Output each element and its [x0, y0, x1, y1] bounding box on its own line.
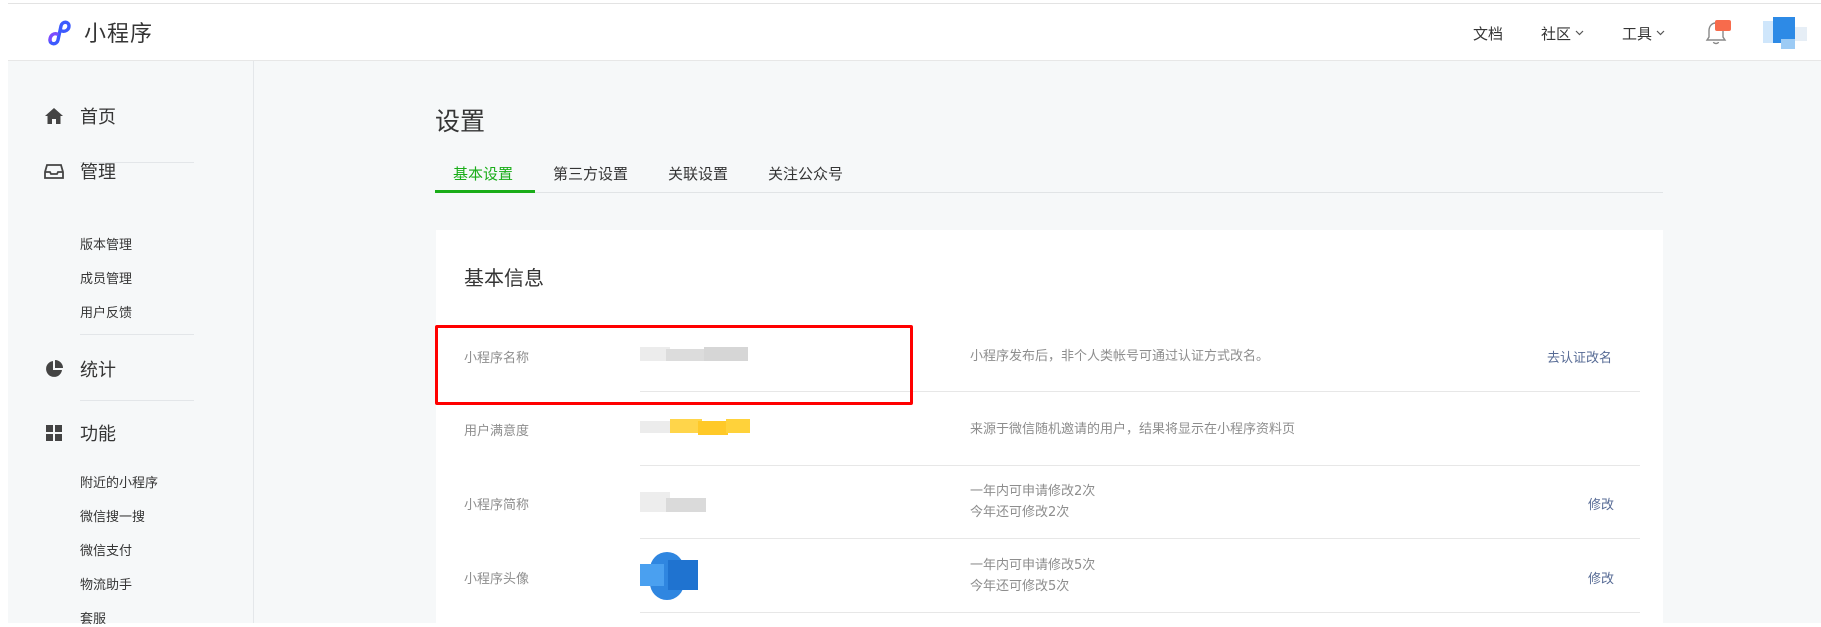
notification-badge: [1715, 20, 1731, 31]
sidebar: 首页 管理 版本管理 成员管理 用户反馈 统计 功能 附近的小程序 微信搜一搜 …: [8, 61, 254, 627]
row-label-satisfaction: 用户满意度: [464, 424, 530, 439]
home-icon: [45, 108, 63, 124]
sidebar-item-label: 统计: [80, 360, 116, 381]
active-tab-indicator: [435, 190, 535, 193]
sidebar-item-features[interactable]: 功能: [44, 420, 116, 446]
app-name: 小程序: [84, 22, 154, 47]
mini-program-logo-icon: [48, 20, 71, 46]
sidebar-item-pay[interactable]: 微信支付: [80, 540, 132, 559]
sidebar-item-manage[interactable]: 管理: [44, 158, 116, 184]
row-divider: [640, 391, 1640, 392]
nav-docs[interactable]: 文档: [1473, 23, 1503, 44]
row-label-short-name: 小程序简称: [464, 498, 530, 513]
sidebar-item-suite[interactable]: 套服: [80, 608, 106, 627]
basic-info-card: 基本信息 小程序名称 小程序发布后，非个人类帐号可通过认证方式改名。 去认证改名…: [436, 230, 1663, 623]
tab-basic[interactable]: 基本设置: [453, 163, 513, 184]
sidebar-item-search[interactable]: 微信搜一搜: [80, 506, 145, 525]
pie-chart-icon: [46, 360, 63, 377]
tab-follow-account[interactable]: 关注公众号: [768, 163, 843, 184]
sidebar-item-label: 管理: [80, 162, 116, 183]
row-label-name: 小程序名称: [464, 351, 530, 366]
edit-avatar-link[interactable]: 修改: [1588, 568, 1614, 587]
desc-line: 一年内可申请修改2次: [970, 484, 1096, 499]
card-title: 基本信息: [464, 266, 544, 290]
sidebar-divider: [80, 400, 194, 401]
nav-tools[interactable]: 工具: [1622, 23, 1665, 44]
short-name-value-redacted: [640, 492, 710, 514]
nav-community-label: 社区: [1540, 24, 1571, 43]
sidebar-item-label: 功能: [80, 424, 116, 445]
desc-line: 小程序发布后，非个人类帐号可通过认证方式改名。: [970, 349, 1270, 364]
row-divider: [640, 538, 1640, 539]
sidebar-item-nearby[interactable]: 附近的小程序: [80, 472, 158, 491]
row-desc-name: 小程序发布后，非个人类帐号可通过认证方式改名。: [970, 346, 1269, 367]
inbox-icon: [44, 164, 64, 179]
grid-icon: [46, 425, 62, 441]
sidebar-item-stats[interactable]: 统计: [44, 356, 116, 382]
nav-tools-label: 工具: [1621, 24, 1652, 43]
desc-line: 来源于微信随机邀请的用户，结果将显示在小程序资料页: [970, 422, 1296, 437]
brand[interactable]: 小程序: [44, 16, 153, 48]
nav-docs-label: 文档: [1472, 24, 1503, 43]
sidebar-item-label: 首页: [80, 107, 116, 128]
edit-short-name-link[interactable]: 修改: [1588, 494, 1614, 513]
chevron-down-icon: [1575, 30, 1584, 36]
page-title: 设置: [435, 107, 486, 136]
chevron-down-icon: [1656, 30, 1665, 36]
verify-rename-link[interactable]: 去认证改名: [1547, 347, 1612, 366]
row-divider: [640, 465, 1640, 466]
desc-line: 一年内可申请修改5次: [970, 558, 1096, 573]
name-value-redacted: [640, 345, 750, 363]
row-desc-short-name: 一年内可申请修改2次 今年还可修改2次: [970, 481, 1095, 523]
sidebar-item-home[interactable]: 首页: [44, 103, 116, 129]
row-desc-avatar: 一年内可申请修改5次 今年还可修改5次: [970, 555, 1095, 597]
satisfaction-value-redacted: [640, 418, 760, 436]
avatar[interactable]: [1757, 13, 1813, 53]
desc-line: 今年还可修改2次: [970, 505, 1070, 520]
tab-association[interactable]: 关联设置: [668, 163, 728, 184]
top-nav: 文档 社区 工具: [1473, 4, 1813, 62]
settings-tabs: 基本设置 第三方设置 关联设置 关注公众号: [435, 160, 1663, 193]
tab-third-party[interactable]: 第三方设置: [553, 163, 628, 184]
sidebar-item-feedback[interactable]: 用户反馈: [80, 302, 132, 321]
row-divider: [640, 612, 1640, 613]
sidebar-divider: [80, 334, 194, 335]
sidebar-item-version[interactable]: 版本管理: [80, 234, 132, 253]
row-label-avatar: 小程序头像: [464, 572, 530, 587]
row-desc-satisfaction: 来源于微信随机邀请的用户，结果将显示在小程序资料页: [970, 419, 1295, 440]
avatar-value-redacted: [640, 552, 700, 602]
top-bar: 小程序 文档 社区 工具: [8, 3, 1821, 61]
sidebar-item-members[interactable]: 成员管理: [80, 268, 132, 287]
sidebar-item-logistics[interactable]: 物流助手: [80, 574, 132, 593]
desc-line: 今年还可修改5次: [970, 579, 1070, 594]
notification-button[interactable]: [1703, 18, 1733, 48]
nav-community[interactable]: 社区: [1541, 23, 1584, 44]
